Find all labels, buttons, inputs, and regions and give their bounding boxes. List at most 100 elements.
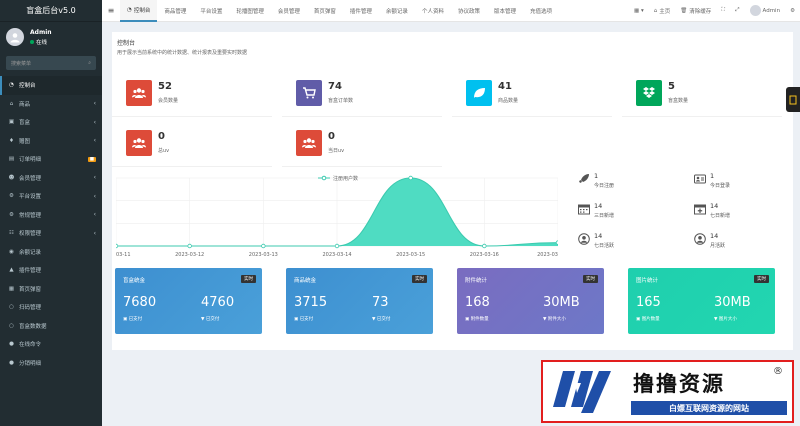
summary-card: 附件统计 实时 168 30MB ▣ 附件数量 ▼ 附件大小 [457, 268, 604, 334]
sidebar-item-2[interactable]: ▣ 盲盒 ‹ [0, 113, 102, 132]
card-value-1: 7680 [123, 295, 157, 310]
tab-label: 协议政策 [457, 8, 480, 15]
side-panel-toggle[interactable] [786, 87, 800, 112]
summary-card: 商品统金 实时 3715 73 ▣ 已支付 ▼ 已交付 [286, 268, 433, 334]
stat-card: 0 总uv [112, 122, 272, 167]
gift-icon: ♦ [9, 137, 14, 144]
chevron-left-icon: ‹ [93, 229, 96, 237]
fullscreen-icon[interactable]: ⛶ [716, 7, 730, 14]
users-icon: ☻ [8, 174, 15, 181]
sidebar-item-label: 插件管理 [19, 268, 42, 275]
sidebar-item-6[interactable]: ⚙ 平台设置 ‹ [0, 187, 102, 206]
home-icon: ⌂ [653, 7, 658, 14]
tab-label: 充值选项 [529, 8, 552, 15]
sidebar-item-label: 平台设置 [19, 194, 42, 201]
realtime-badge: 实时 [583, 275, 598, 283]
chevron-left-icon: ‹ [93, 211, 96, 219]
sidebar-item-3[interactable]: ♦ 赠图 ‹ [0, 132, 102, 151]
tab-9[interactable]: 协议政策 [451, 0, 487, 22]
sidebar-item-label: 控制台 [19, 83, 36, 90]
mini-stat-value: 14 [594, 202, 603, 210]
realtime-badge: 实时 [754, 275, 769, 283]
tab-6[interactable]: 插件管理 [343, 0, 379, 22]
data-point [261, 243, 266, 249]
user-menu[interactable]: Admin [745, 5, 786, 16]
stat-value: 74 [328, 81, 342, 92]
sidebar-item-label: 在线命令 [19, 342, 42, 349]
settings-icon: ⚙ [9, 193, 14, 200]
sidebar-item-14[interactable]: ● 在线命令 [0, 335, 102, 354]
sidebar-item-13[interactable]: ○ 盲盒数数据 [0, 317, 102, 336]
sidebar-menu: ◔ 控制台 ⌂ 商品 ‹ ▣ 盲盒 ‹ ♦ 赠图 ‹ ▤ 订单明细 ■ ☻ 会员管理 … [0, 76, 102, 372]
sidebar-item-0[interactable]: ◔ 控制台 [0, 76, 102, 95]
tab-label: 首页弹窗 [313, 8, 336, 15]
tab-5[interactable]: 首页弹窗 [307, 0, 343, 22]
rocket-icon: ▲ [9, 267, 14, 274]
mini-stat: 14 三日新增 [570, 199, 680, 224]
stat-card: 41 商品数量 [452, 72, 612, 117]
stat-label: 当日uv [328, 148, 345, 154]
stat-value: 41 [498, 81, 512, 92]
tab-11[interactable]: 充值选项 [523, 0, 559, 22]
sidebar: 盲盒后台v5.0 Admin 在线 搜索菜单 ⌕ ◔ 控制台 ⌂ 商品 ‹ ▣ 盲… [0, 0, 102, 426]
main-content: 控制台 用于展示当前系统中的统计数据、统计报表及重要实时数据 52 会员数量 7… [112, 32, 793, 350]
sidebar-item-15[interactable]: ● 分销明细 [0, 354, 102, 373]
sidebar-item-9[interactable]: ◉ 余额记录 [0, 243, 102, 262]
circle-icon: ○ [9, 322, 14, 329]
card-label-1: ▣ 已支付 [123, 317, 143, 322]
tab-10[interactable]: 版本管理 [487, 0, 523, 22]
stat-value: 5 [668, 81, 675, 92]
search-icon[interactable]: ⌕ [88, 60, 91, 66]
mini-stat-label: 月活跃 [710, 243, 726, 249]
page-title: 控制台 [117, 40, 136, 47]
clear-cache-button[interactable]: 🗑 清除缓存 [675, 7, 716, 15]
grid-menu-icon[interactable]: ▦ ▾ [629, 8, 649, 14]
search-input[interactable]: 搜索菜单 ⌕ [6, 56, 96, 70]
card-title: 附件统计 [465, 278, 488, 284]
box-icon: ▣ [8, 119, 15, 126]
realtime-badge: 实时 [241, 275, 256, 283]
expand-icon[interactable]: ⤢ [730, 7, 744, 14]
tab-8[interactable]: 个人资料 [415, 0, 451, 22]
tab-label: 会员管理 [277, 8, 300, 15]
x-tick-label: 2023-03-13 [249, 252, 278, 258]
tab-0[interactable]: ◔ 控制台 [120, 0, 158, 22]
home-link[interactable]: ⌂ 主页 [649, 7, 676, 15]
card-value-1: 3715 [294, 295, 328, 310]
group-icon: ☷ [9, 230, 14, 237]
circle-icon: ○ [9, 304, 14, 311]
sidebar-item-1[interactable]: ⌂ 商品 ‹ [0, 95, 102, 114]
chevron-left-icon: ‹ [93, 100, 96, 108]
legend-marker [321, 175, 327, 181]
stat-card: 0 当日uv [282, 122, 442, 167]
sidebar-item-label: 分销明细 [19, 360, 42, 367]
sidebar-item-5[interactable]: ☻ 会员管理 ‹ [0, 169, 102, 188]
sidebar-item-4[interactable]: ▤ 订单明细 ■ [0, 150, 102, 169]
settings-icon[interactable]: ⚙ [785, 8, 800, 14]
register-chart: 03-11 2023-03-12 2023-03-13 2023-03-14 2023-… [113, 172, 561, 258]
sidebar-item-12[interactable]: ○ 扫码管理 [0, 298, 102, 317]
sidebar-item-10[interactable]: ▲ 插件管理 [0, 261, 102, 280]
tab-3[interactable]: 轮播图管理 [229, 0, 271, 22]
chart-svg: 03-11 2023-03-12 2023-03-13 2023-03-14 2023-… [113, 175, 561, 258]
chevron-left-icon: ‹ [93, 192, 96, 200]
stat-card: 5 盲盒数量 [622, 72, 782, 117]
tab-4[interactable]: 会员管理 [271, 0, 307, 22]
sidebar-item-7[interactable]: ⚙ 常规管理 ‹ [0, 206, 102, 225]
tab-2[interactable]: 平台设置 [193, 0, 229, 22]
card-title: 图片统计 [636, 278, 659, 284]
sidebar-item-label: 首页弹窗 [19, 286, 42, 293]
tab-label: 商品管理 [164, 8, 187, 15]
tab-7[interactable]: 余额记录 [379, 0, 415, 22]
wallet-icon: ◉ [9, 248, 14, 255]
data-point [555, 240, 561, 245]
tab-1[interactable]: 商品管理 [157, 0, 193, 22]
data-point [482, 243, 487, 249]
app-title[interactable]: 盲盒后台v5.0 [0, 0, 102, 22]
avatar [6, 28, 24, 46]
sidebar-item-8[interactable]: ☷ 权限管理 ‹ [0, 224, 102, 243]
sidebar-item-11[interactable]: ▦ 首页弹窗 [0, 280, 102, 299]
menu-toggle-icon[interactable]: ≡ [102, 6, 120, 15]
card-value-2: 30MB [543, 295, 580, 310]
cart-icon [296, 80, 322, 106]
